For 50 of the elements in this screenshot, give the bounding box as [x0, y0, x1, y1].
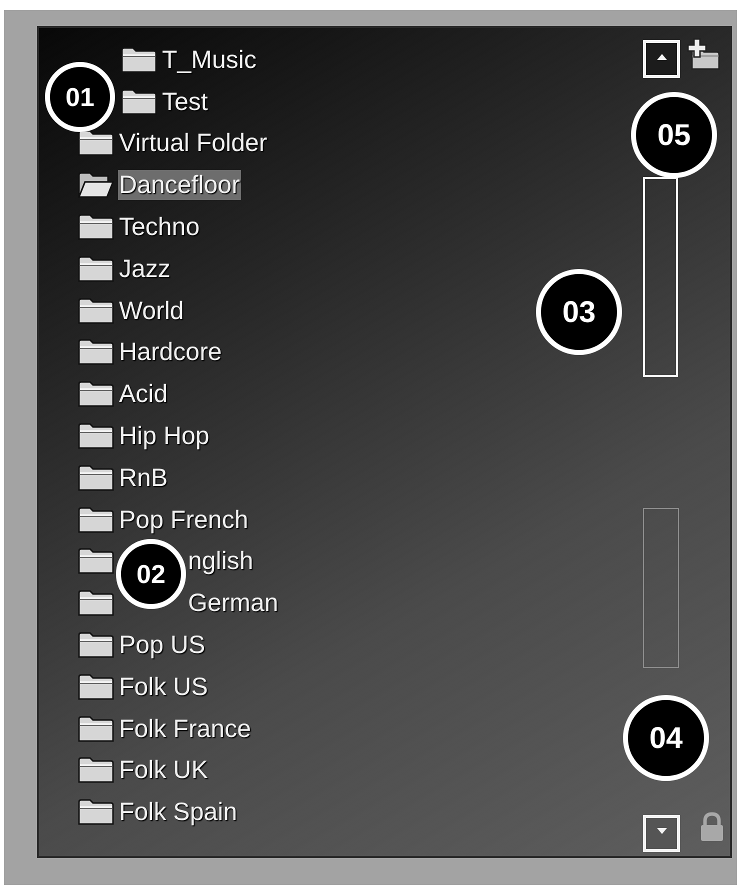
lock-icon[interactable]: [699, 812, 725, 842]
folder-icon: [78, 130, 114, 156]
up-arrow-icon: [656, 54, 666, 60]
folder-icon: [78, 423, 114, 450]
folder-label[interactable]: RnB: [118, 462, 169, 493]
folder-icon: [78, 799, 114, 826]
folder-icon: [78, 548, 114, 574]
folder-label[interactable]: Folk Spain: [118, 797, 238, 828]
folder-label[interactable]: German: [187, 588, 280, 618]
callout-number: 05: [631, 92, 717, 178]
folder-icon: [78, 716, 114, 742]
folder-label[interactable]: Hip Hop: [118, 421, 210, 452]
folder-icon: [78, 632, 114, 658]
folder-icon: [78, 506, 114, 533]
folder-label[interactable]: Dancefloor: [118, 170, 241, 200]
callout-number: 04: [623, 695, 709, 781]
folder-icon: [78, 590, 114, 616]
folder-icon: [121, 88, 157, 115]
callout-number: 03: [536, 269, 622, 355]
folder-label[interactable]: Pop US: [118, 630, 206, 660]
folder-icon: [78, 298, 114, 324]
folder-label[interactable]: Folk France: [118, 714, 252, 744]
folder-label[interactable]: T_Music: [161, 44, 258, 75]
folder-label[interactable]: Hardcore: [118, 337, 223, 368]
folder-label[interactable]: Pop French: [118, 504, 250, 535]
folder-label[interactable]: Acid: [118, 379, 169, 410]
folder-icon: [78, 464, 114, 491]
open-folder-icon: [78, 172, 114, 198]
folder-label[interactable]: Folk US: [118, 672, 209, 702]
folder-icon: [78, 674, 114, 700]
scroll-down-button[interactable]: [643, 815, 680, 852]
folder-label[interactable]: Folk UK: [118, 755, 209, 786]
scroll-up-button[interactable]: [643, 40, 680, 78]
callout-number: 02: [116, 539, 186, 609]
folder-label[interactable]: Jazz: [118, 254, 172, 284]
folder-icon: [78, 256, 114, 282]
scrollbar-thumb[interactable]: [643, 177, 678, 377]
callout-number: 01: [45, 62, 115, 132]
folder-label[interactable]: Test: [161, 86, 209, 117]
add-folder-icon[interactable]: [686, 38, 720, 70]
down-arrow-icon: [656, 828, 666, 834]
folder-icon: [78, 757, 114, 784]
folder-label[interactable]: World: [118, 296, 185, 326]
folder-icon: [78, 339, 114, 366]
folder-icon: [121, 46, 157, 73]
folder-label[interactable]: nglish: [187, 546, 254, 576]
folder-icon: [78, 214, 114, 240]
folder-icon: [78, 381, 114, 408]
folder-label[interactable]: Techno: [118, 212, 201, 242]
folder-label[interactable]: Virtual Folder: [118, 128, 268, 158]
